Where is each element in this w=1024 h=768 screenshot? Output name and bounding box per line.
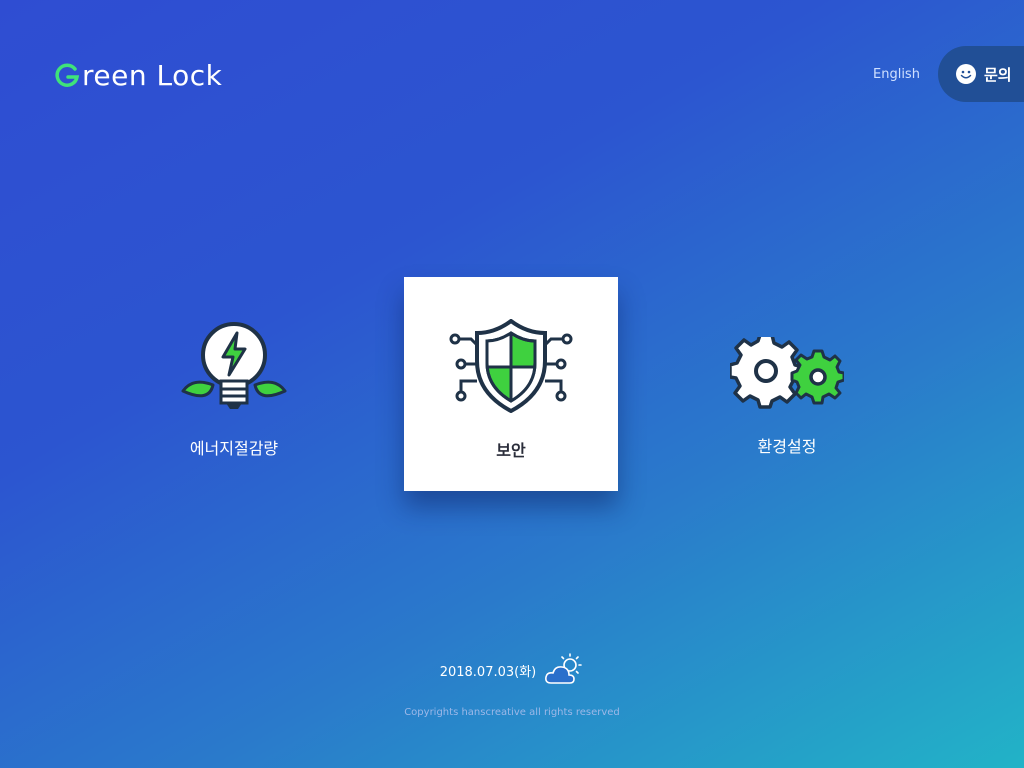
- menu-settings-label: 환경설정: [757, 437, 817, 456]
- contact-button[interactable]: 문의: [938, 46, 1024, 102]
- menu-energy-saving[interactable]: 에너지절감량: [127, 277, 341, 491]
- logo-g-mark: [55, 63, 80, 87]
- menu-security-label: 보안: [496, 441, 526, 460]
- partly-cloudy-icon: [545, 653, 583, 684]
- date-text: 2018.07.03(화): [439, 664, 537, 680]
- language-link[interactable]: English: [873, 67, 920, 82]
- date-weather: 2018.07.03(화): [0, 653, 1024, 687]
- logo-text: reen Lock: [82, 58, 223, 92]
- logo[interactable]: reen Lock: [54, 55, 222, 95]
- security-shield-icon: [449, 319, 573, 413]
- contact-label: 문의: [984, 65, 1012, 84]
- smile-icon: [956, 64, 976, 84]
- lightbulb-leaves-icon: [181, 322, 287, 409]
- gears-icon: [730, 337, 844, 409]
- menu-energy-label: 에너지절감량: [189, 439, 279, 458]
- menu-settings[interactable]: 환경설정: [680, 277, 894, 491]
- menu-security[interactable]: 보안: [404, 277, 618, 491]
- copyright-text: Copyrights hanscreative all rights reser…: [404, 707, 620, 718]
